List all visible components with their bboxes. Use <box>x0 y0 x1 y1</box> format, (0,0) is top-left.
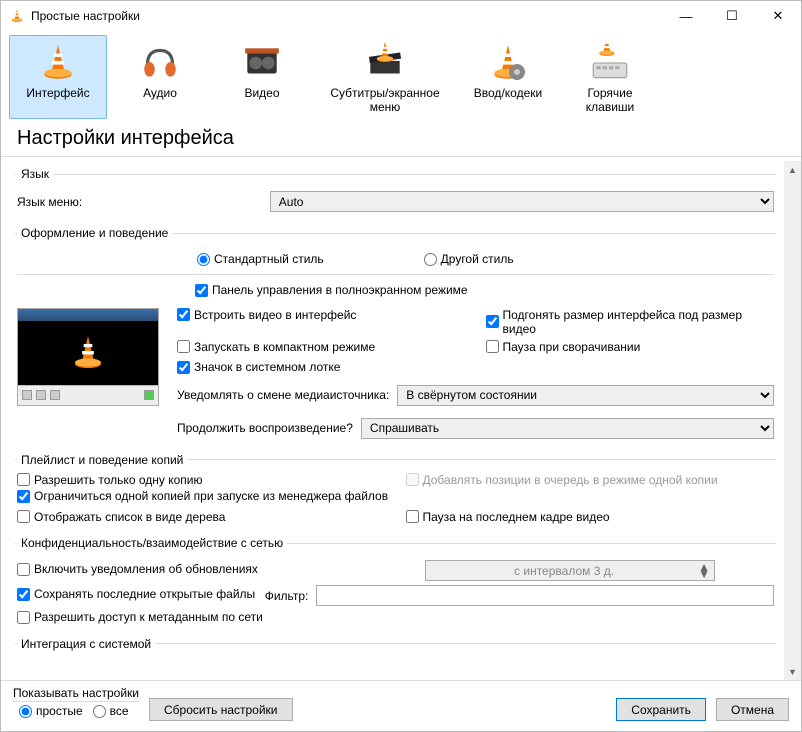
headphones-icon <box>139 42 181 84</box>
menu-language-select[interactable]: Auto <box>270 191 774 212</box>
group-playlist-legend: Плейлист и поведение копий <box>17 453 187 467</box>
filter-label: Фильтр: <box>265 589 309 603</box>
group-playlist: Плейлист и поведение копий Разрешить тол… <box>15 453 776 531</box>
tab-subtitles[interactable]: Субтитры/экранное меню <box>315 35 455 119</box>
titlebar: Простые настройки — ☐ ✕ <box>1 1 801 31</box>
tab-audio-label: Аудио <box>143 86 177 100</box>
reset-button[interactable]: Сбросить настройки <box>149 698 292 721</box>
notify-select[interactable]: В свёрнутом состоянии <box>397 385 774 406</box>
enqueue-check: Добавлять позиции в очередь в режиме одн… <box>406 473 718 487</box>
tab-hotkeys-label: Горячие клавиши <box>566 86 654 114</box>
tab-audio[interactable]: Аудио <box>111 35 209 119</box>
tab-input[interactable]: Ввод/кодеки <box>459 35 557 119</box>
metadata-check[interactable]: Разрешить доступ к метаданным по сети <box>17 610 263 624</box>
page-title: Настройки интерфейса <box>1 119 801 156</box>
show-settings-label: Показывать настройки <box>13 686 139 700</box>
keyboard-icon <box>589 42 631 84</box>
continue-label: Продолжить воспроизведение? <box>177 421 353 435</box>
footer: Показывать настройки простые все Сбросит… <box>1 680 801 731</box>
group-os: Интеграция с системой <box>15 637 776 657</box>
continue-select[interactable]: Спрашивать <box>361 418 774 439</box>
preview-thumbnail <box>17 308 159 406</box>
film-icon <box>241 42 283 84</box>
style-native-radio[interactable]: Стандартный стиль <box>197 252 324 266</box>
systray-check[interactable]: Значок в системном лотке <box>177 360 340 374</box>
scrollbar[interactable]: ▲ ▼ <box>784 161 801 680</box>
settings-scroll[interactable]: Язык Язык меню: Auto Оформление и поведе… <box>1 161 784 680</box>
close-button[interactable]: ✕ <box>755 1 801 31</box>
show-simple-radio[interactable]: простые <box>19 704 83 718</box>
category-toolbar: Интерфейс Аудио Видео Субтитры/экранное … <box>1 31 801 119</box>
tab-interface-label: Интерфейс <box>26 86 89 100</box>
minimize-button[interactable]: — <box>663 1 709 31</box>
tab-video-label: Видео <box>244 86 279 100</box>
window-title: Простые настройки <box>31 9 663 23</box>
spinner-arrows: ▲▼ <box>698 564 710 578</box>
cancel-button[interactable]: Отмена <box>716 698 789 721</box>
resize-interface-check[interactable]: Подгонять размер интерфейса под размер в… <box>486 308 775 336</box>
group-privacy-legend: Конфиденциальность/взаимодействие с сеть… <box>17 536 287 550</box>
cone-icon <box>37 42 79 84</box>
tab-hotkeys[interactable]: Горячие клавиши <box>561 35 659 119</box>
group-language: Язык Язык меню: Auto <box>15 167 776 220</box>
save-button[interactable]: Сохранить <box>616 698 706 721</box>
one-instance-check[interactable]: Разрешить только одну копию <box>17 473 202 487</box>
style-custom-radio[interactable]: Другой стиль <box>424 252 514 266</box>
clapperboard-icon <box>364 42 406 84</box>
minimal-view-check[interactable]: Запускать в компактном режиме <box>177 340 375 354</box>
notify-label: Уведомлять о смене медиаисточника: <box>177 388 389 402</box>
maximize-button[interactable]: ☐ <box>709 1 755 31</box>
group-look-legend: Оформление и поведение <box>17 226 172 240</box>
update-interval-spinner: с интервалом 3 д. ▲▼ <box>425 560 715 581</box>
app-icon <box>9 8 25 24</box>
group-look: Оформление и поведение Стандартный стиль… <box>15 226 776 447</box>
filter-input[interactable] <box>316 585 774 606</box>
one-from-file-check[interactable]: Ограничиться одной копией при запуске из… <box>17 489 388 503</box>
fs-controller-check[interactable]: Панель управления в полноэкранном режиме <box>195 283 468 297</box>
tab-input-label: Ввод/кодеки <box>474 86 542 100</box>
pause-last-frame-check[interactable]: Пауза на последнем кадре видео <box>406 510 610 524</box>
tree-view-check[interactable]: Отображать список в виде дерева <box>17 510 225 524</box>
scroll-down-icon[interactable]: ▼ <box>784 663 801 680</box>
scroll-up-icon[interactable]: ▲ <box>784 161 801 178</box>
divider <box>1 156 801 157</box>
save-recent-check[interactable]: Сохранять последние открытые файлы <box>17 587 255 601</box>
show-all-radio[interactable]: все <box>93 704 129 718</box>
updates-check[interactable]: Включить уведомления об обновлениях <box>17 562 258 576</box>
update-interval-value: с интервалом 3 д. <box>514 564 614 578</box>
tab-video[interactable]: Видео <box>213 35 311 119</box>
input-icon <box>487 42 529 84</box>
group-language-legend: Язык <box>17 167 53 181</box>
menu-language-label: Язык меню: <box>17 195 262 209</box>
group-privacy: Конфиденциальность/взаимодействие с сеть… <box>15 536 776 631</box>
tab-interface[interactable]: Интерфейс <box>9 35 107 119</box>
group-os-legend: Интеграция с системой <box>17 637 155 651</box>
embed-video-check[interactable]: Встроить видео в интерфейс <box>177 308 356 322</box>
pause-minimize-check[interactable]: Пауза при сворачивании <box>486 340 641 354</box>
tab-subtitles-label: Субтитры/экранное меню <box>320 86 450 114</box>
